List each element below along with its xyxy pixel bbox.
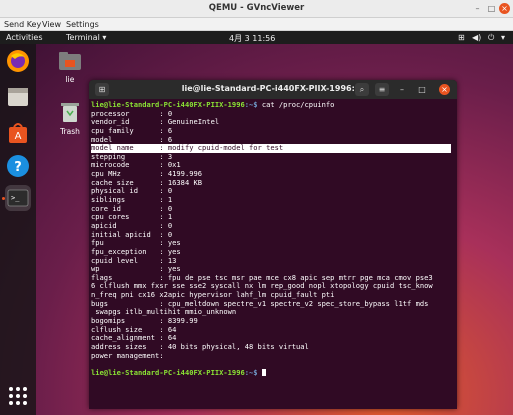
command-text: cat /proc/cpuinfo — [257, 100, 335, 109]
terminal-window[interactable]: ⊞ lie@lie-Standard-PC-i440FX-PIIX-1996: … — [89, 80, 457, 409]
text-cursor — [261, 368, 266, 376]
apps-grid-icon[interactable] — [5, 383, 31, 409]
maximize-icon[interactable]: □ — [415, 83, 429, 96]
trash-icon[interactable]: Trash — [55, 102, 85, 136]
output-line: power management: — [91, 350, 164, 360]
activities-button[interactable]: Activities — [6, 33, 43, 42]
svg-text:>_: >_ — [11, 194, 20, 202]
help-icon[interactable]: ? — [5, 153, 31, 179]
prompt-user: lie@lie-Standard-PC-i440FX-PIIX-1996 — [91, 100, 245, 109]
gnome-topbar: Activities Terminal ▾ 4月 3 11:56 ⊞ ◀) ⏻ … — [0, 31, 513, 44]
host-titlebar: QEMU - GVncViewer – □ × — [0, 0, 513, 18]
hamburger-menu-icon[interactable]: ≡ — [375, 83, 389, 96]
prompt-user: lie@lie-Standard-PC-i440FX-PIIX-1996 — [91, 367, 245, 377]
volume-icon[interactable]: ◀) — [472, 33, 481, 42]
running-indicator — [2, 197, 5, 200]
minimize-button[interactable]: – — [472, 3, 483, 14]
home-folder-icon[interactable]: lie — [55, 52, 85, 84]
menu-view[interactable]: View — [42, 20, 61, 29]
software-icon[interactable]: A — [5, 120, 31, 146]
power-icon[interactable]: ⏻ — [488, 33, 494, 43]
home-folder-label: lie — [65, 75, 75, 84]
terminal-output[interactable]: lie@lie-Standard-PC-i440FX-PIIX-1996:~$ … — [91, 100, 455, 407]
terminal-icon[interactable]: >_ — [5, 185, 31, 211]
host-window-title: QEMU - GVncViewer — [208, 3, 305, 13]
maximize-button[interactable]: □ — [486, 3, 497, 14]
final-prompt: lie@lie-Standard-PC-i440FX-PIIX-1996:~$ — [91, 367, 455, 378]
menu-settings[interactable]: Settings — [66, 20, 99, 29]
minimize-icon[interactable]: – — [395, 83, 409, 96]
svg-text:A: A — [15, 131, 22, 142]
app-menu-terminal[interactable]: Terminal ▾ — [66, 33, 106, 42]
host-menubar: Send Key View Settings — [0, 18, 513, 31]
firefox-icon[interactable] — [5, 48, 31, 74]
trash-label: Trash — [60, 127, 80, 136]
menu-chevron-icon[interactable]: ▾ — [501, 33, 505, 42]
prompt-path: :~$ — [244, 100, 258, 109]
clock[interactable]: 4月 3 11:56 — [229, 33, 275, 44]
dock: A ? >_ — [0, 44, 36, 415]
close-button[interactable]: × — [499, 3, 510, 14]
menu-send-key[interactable]: Send Key — [4, 20, 41, 29]
svg-text:?: ? — [14, 160, 22, 175]
terminal-titlebar[interactable]: ⊞ lie@lie-Standard-PC-i440FX-PIIX-1996: … — [89, 80, 457, 99]
close-icon[interactable]: × — [439, 84, 450, 95]
prompt-path: :~$ — [244, 367, 258, 377]
files-icon[interactable] — [5, 84, 31, 110]
search-icon[interactable]: ⌕ — [355, 83, 369, 96]
network-icon[interactable]: ⊞ — [458, 33, 465, 42]
